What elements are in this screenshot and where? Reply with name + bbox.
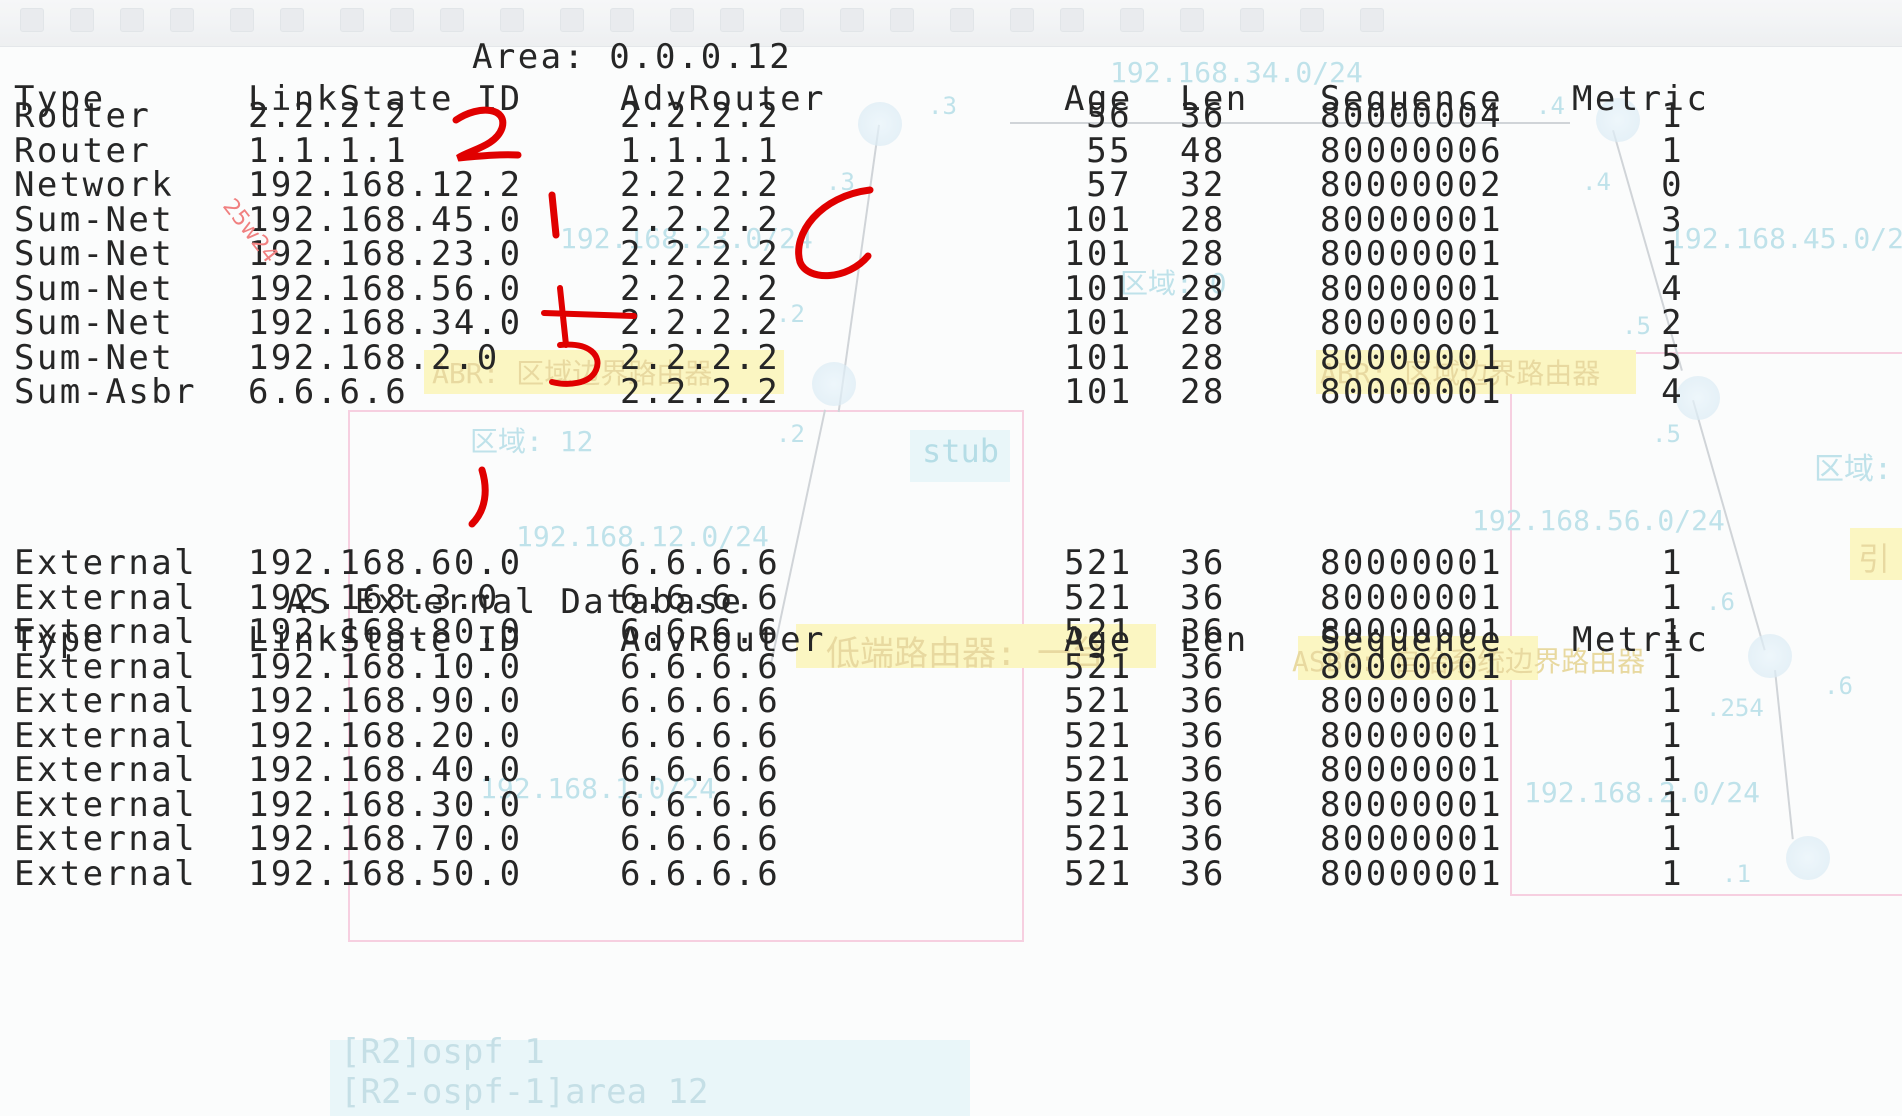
toolbar-save-icon[interactable] [120, 8, 144, 32]
subnet-label: 192.168.56.0/24 [1472, 504, 1725, 537]
cell-advrouter: 6.6.6.6 [620, 853, 781, 894]
table-row: External 192.168.50.0 6.6.6.6 521 36 80000001… [0, 854, 1902, 895]
toolbar-fit-icon[interactable] [950, 8, 974, 32]
toolbar [0, 0, 1902, 47]
cli-line: [R2]ospf 1 [340, 1032, 545, 1072]
interface-label: .2 [776, 420, 805, 448]
toolbar-undo-icon[interactable] [230, 8, 254, 32]
cli-line: [R2-ospf-1]area 12 [340, 1072, 709, 1112]
toolbar-redo-icon[interactable] [280, 8, 304, 32]
cell-linkstate-id: 6.6.6.6 [248, 372, 409, 412]
area-label: 区域: [1814, 452, 1893, 487]
cell-age: 101 [1064, 372, 1133, 412]
toolbar-settings-icon[interactable] [1120, 8, 1144, 32]
toolbar-select-icon[interactable] [340, 8, 364, 32]
toolbar-palette-icon[interactable] [1360, 8, 1384, 32]
cell-sequence: 80000001 [1320, 372, 1503, 412]
table-row: Sum-Asbr 6.6.6.6 2.2.2.2 101 28 80000001 4 [0, 372, 1902, 413]
cell-advrouter: 2.2.2.2 [620, 372, 781, 412]
toolbar-cli-icon[interactable] [670, 8, 694, 32]
cell-sequence: 80000001 [1320, 853, 1503, 894]
stub-label: stub [922, 432, 1000, 470]
cell-type: Sum-Asbr [14, 372, 197, 412]
interface-label: .5 [1652, 420, 1681, 448]
toolbar-open-icon[interactable] [70, 8, 94, 32]
toolbar-pause-icon[interactable] [1060, 8, 1084, 32]
toolbar-zoom-out-icon[interactable] [890, 8, 914, 32]
toolbar-stop-icon[interactable] [610, 8, 634, 32]
area-label: 区域: 12 [470, 425, 594, 458]
cell-metric: 1 [1661, 853, 1684, 894]
toolbar-print-icon[interactable] [170, 8, 194, 32]
cell-len: 36 [1180, 853, 1226, 894]
cell-len: 28 [1180, 372, 1226, 412]
toolbar-start-icon[interactable] [560, 8, 584, 32]
toolbar-zoom-in-icon[interactable] [840, 8, 864, 32]
toolbar-new-icon[interactable] [20, 8, 44, 32]
toolbar-play-icon[interactable] [1010, 8, 1034, 32]
terminal-screen: 192.168.34.0/24 192.168.23.0/24 192.168.… [0, 0, 1902, 1116]
cell-type: External [14, 853, 197, 894]
area-title: Area: 0.0.0.12 [472, 37, 793, 77]
cell-linkstate-id: 192.168.50.0 [248, 853, 523, 894]
toolbar-search-icon[interactable] [1240, 8, 1264, 32]
toolbar-grid-icon[interactable] [1300, 8, 1324, 32]
toolbar-text-icon[interactable] [440, 8, 464, 32]
cell-metric: 4 [1661, 372, 1684, 412]
toolbar-topology-icon[interactable] [780, 8, 804, 32]
toolbar-help-icon[interactable] [1180, 8, 1204, 32]
toolbar-move-icon[interactable] [390, 8, 414, 32]
toolbar-link-icon[interactable] [500, 8, 524, 32]
toolbar-capture-icon[interactable] [720, 8, 744, 32]
cell-age: 521 [1064, 853, 1133, 894]
